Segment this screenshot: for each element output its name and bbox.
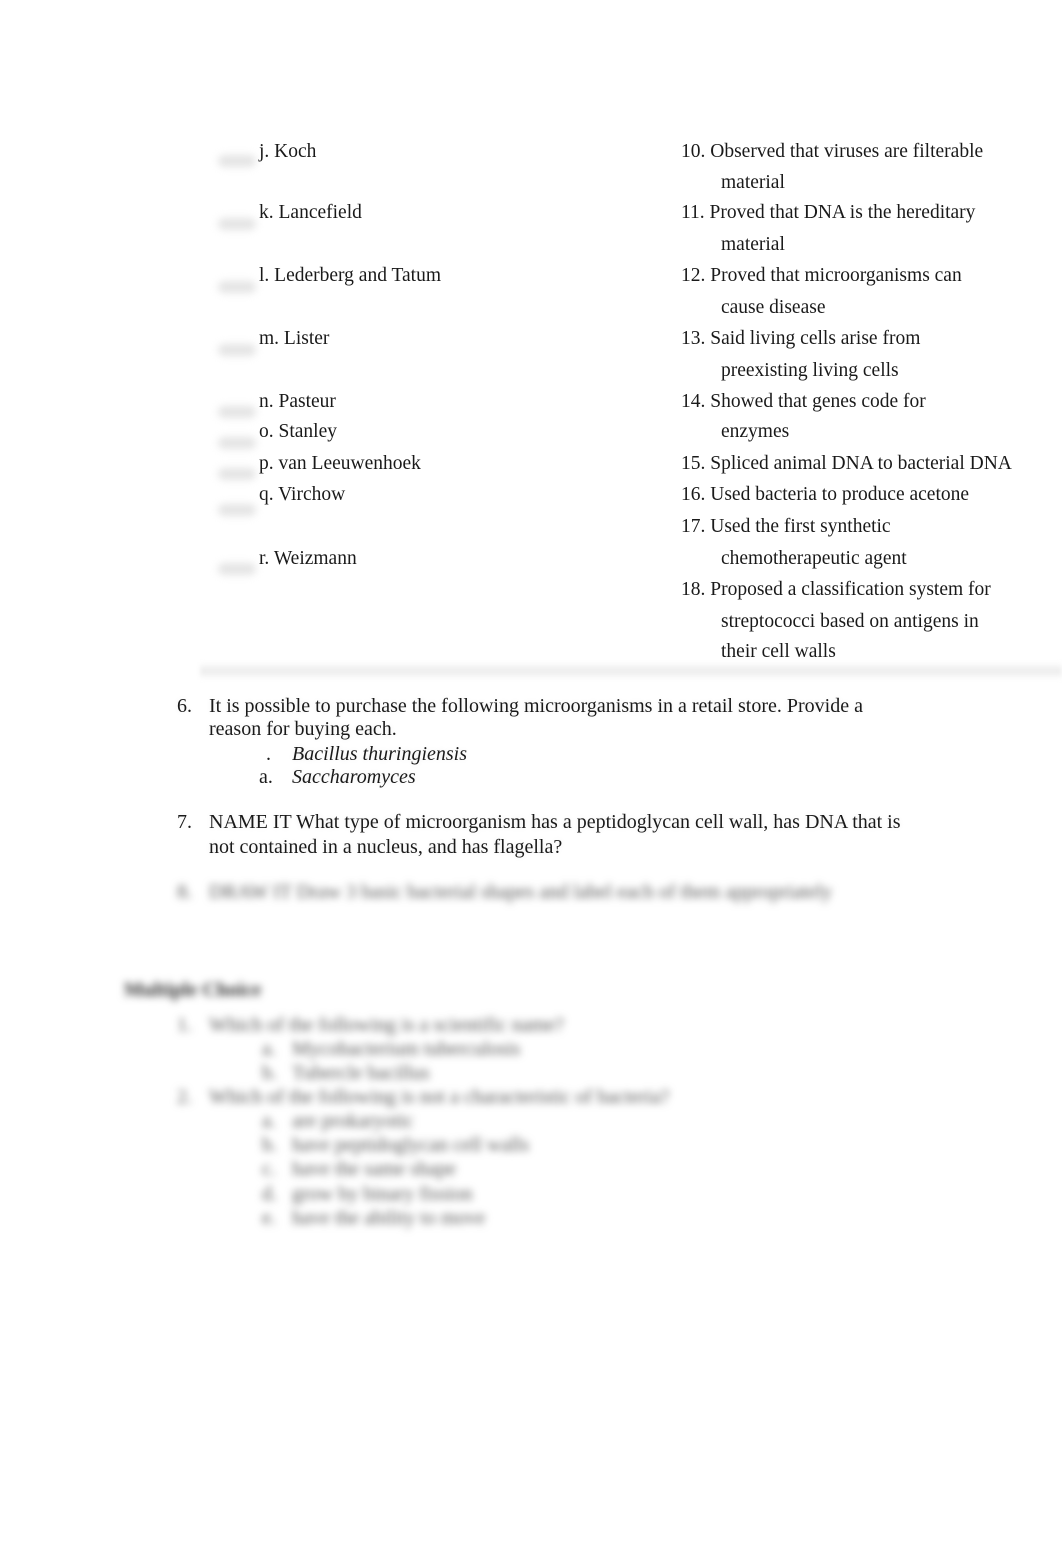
mc-question-number: 2. <box>177 1086 192 1108</box>
scientist-name: r. Weizmann <box>259 548 357 569</box>
scientist-name: o. Stanley <box>259 421 337 442</box>
scientist-name: n. Pasteur <box>259 391 336 412</box>
mc-option-marker: d. <box>262 1183 277 1205</box>
description-continuation: material <box>721 172 785 193</box>
scientist-name: j. Koch <box>259 141 317 162</box>
mc-option-marker: a. <box>262 1038 276 1060</box>
question-6-text-cont: reason for buying each. <box>209 718 397 740</box>
answer-blank <box>218 155 256 167</box>
multiple-choice-heading: Multiple Choice <box>124 979 262 1001</box>
mc-option: have the same shape <box>292 1158 456 1180</box>
mc-option: Mycobacterium tuberculosis <box>292 1038 521 1060</box>
question-7-text-cont: not contained in a nucleus, and has flag… <box>209 836 563 858</box>
scientist-name: l. Lederberg and Tatum <box>259 265 442 286</box>
mc-option: grow by binary fission <box>292 1183 473 1205</box>
description-item: 11. Proved that DNA is the hereditary <box>681 202 976 223</box>
description-item: 17. Used the first synthetic <box>681 516 891 537</box>
mc-option: have peptidoglycan cell walls <box>292 1134 530 1156</box>
question-8-number: 8. <box>177 881 192 903</box>
organism-item: Saccharomyces <box>292 766 416 788</box>
description-continuation: streptococci based on antigens in <box>721 611 979 632</box>
description-item: 18. Proposed a classification system for <box>681 579 991 600</box>
answer-blank <box>218 504 256 516</box>
mc-option-marker: b. <box>262 1062 277 1084</box>
mc-option-marker: b. <box>262 1134 277 1156</box>
answer-blank <box>218 437 256 449</box>
section-divider <box>200 662 1062 680</box>
mc-question-text: Which of the following is a scientific n… <box>209 1014 564 1036</box>
mc-question-text: Which of the following is not a characte… <box>209 1086 670 1108</box>
description-item: 10. Observed that viruses are filterable <box>681 141 984 162</box>
mc-option-marker: c. <box>262 1158 276 1180</box>
description-item: 14. Showed that genes code for <box>681 391 926 412</box>
mc-option: have the ability to move <box>292 1207 486 1229</box>
description-item: 12. Proved that microorganisms can <box>681 265 962 286</box>
scientist-name: p. van Leeuwenhoek <box>259 453 421 474</box>
mc-option-marker: e. <box>262 1207 276 1229</box>
question-7-number: 7. <box>177 811 192 833</box>
description-item: 13. Said living cells arise from <box>681 328 921 349</box>
description-continuation: chemotherapeutic agent <box>721 548 907 569</box>
scientist-name: k. Lancefield <box>259 202 362 223</box>
description-continuation: cause disease <box>721 297 826 318</box>
question-7-text: NAME IT What type of microorganism has a… <box>209 811 901 833</box>
answer-blank <box>218 563 256 575</box>
answer-blank <box>218 281 256 293</box>
question-8-text: DRAW IT Draw 3 basic bacterial shapes an… <box>209 881 832 903</box>
list-marker: . <box>266 743 271 765</box>
mc-option-marker: a. <box>262 1110 276 1132</box>
scientist-name: m. Lister <box>259 328 330 349</box>
list-marker: a. <box>259 766 273 788</box>
answer-blank <box>218 406 256 418</box>
answer-blank <box>218 468 256 480</box>
question-6-number: 6. <box>177 695 192 717</box>
description-continuation: preexisting living cells <box>721 360 899 381</box>
mc-option: Tubercle bacillus <box>292 1062 430 1084</box>
description-continuation: their cell walls <box>721 641 836 662</box>
description-item: 15. Spliced animal DNA to bacterial DNA <box>681 453 1012 474</box>
mc-question-number: 1. <box>177 1014 192 1036</box>
answer-blank <box>218 218 256 230</box>
scientist-name: q. Virchow <box>259 484 346 505</box>
description-continuation: material <box>721 234 785 255</box>
description-item: 16. Used bacteria to produce acetone <box>681 484 970 505</box>
organism-item: Bacillus thuringiensis <box>292 743 467 765</box>
mc-option: are prokaryotic <box>292 1110 414 1132</box>
description-continuation: enzymes <box>721 421 790 442</box>
answer-blank <box>218 344 256 356</box>
question-6-text: It is possible to purchase the following… <box>209 695 863 717</box>
